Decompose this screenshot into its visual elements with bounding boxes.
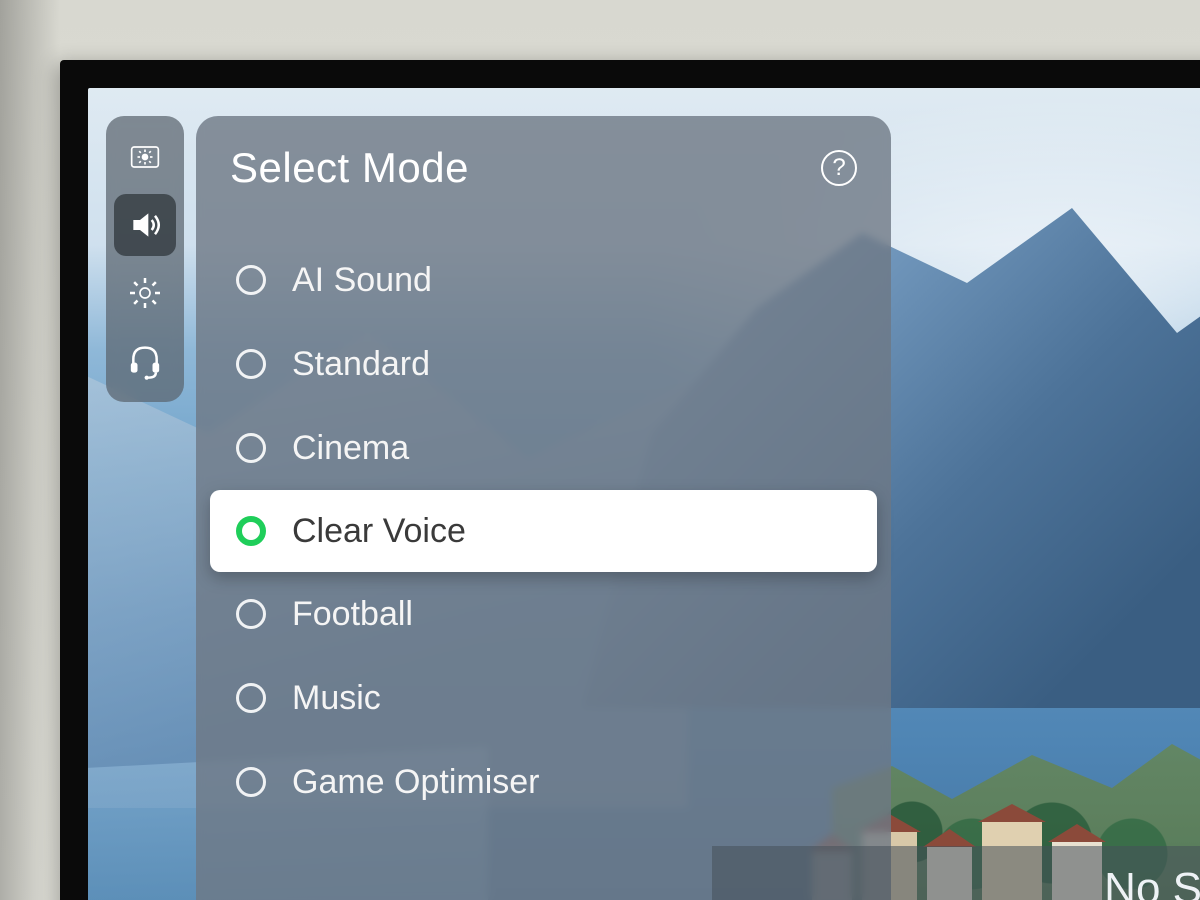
sidebar-item-picture[interactable] [114,126,176,188]
help-icon: ? [832,154,845,182]
sidebar-item-general[interactable] [114,262,176,324]
option-label: Standard [292,345,430,384]
settings-sidebar [106,116,184,402]
option-game-optimiser[interactable]: Game Optimiser [196,740,891,824]
speaker-icon [125,205,165,245]
option-label: Football [292,595,413,634]
gear-icon [125,273,165,313]
panel-header: Select Mode ? [196,144,891,218]
option-standard[interactable]: Standard [196,322,891,406]
option-label: Cinema [292,429,409,468]
tv-bezel: Select Mode ? AI Sound Standard [60,60,1200,900]
tv-screen: Select Mode ? AI Sound Standard [88,88,1200,900]
toast-title: No S [742,864,1200,900]
radio-icon [236,683,266,713]
sidebar-item-sound[interactable] [114,194,176,256]
status-toast: No S (1) Please check the power of the e… [712,846,1200,900]
option-label: AI Sound [292,261,432,300]
radio-icon [236,599,266,629]
option-football[interactable]: Football [196,572,891,656]
panel-title: Select Mode [230,144,469,192]
headset-icon [125,341,165,381]
option-music[interactable]: Music [196,656,891,740]
help-button[interactable]: ? [821,150,857,186]
radio-icon [236,265,266,295]
wall-shadow [0,0,60,900]
radio-icon [236,433,266,463]
option-label: Music [292,679,381,718]
sound-mode-list: AI Sound Standard Cinema Clear Voice [196,218,891,824]
option-ai-sound[interactable]: AI Sound [196,238,891,322]
option-clear-voice[interactable]: Clear Voice [210,490,877,572]
brightness-icon [125,137,165,177]
option-cinema[interactable]: Cinema [196,406,891,490]
radio-icon [236,349,266,379]
radio-icon [236,767,266,797]
sidebar-item-support[interactable] [114,330,176,392]
radio-icon-selected [236,516,266,546]
option-label: Clear Voice [292,512,466,551]
photo-scene: Select Mode ? AI Sound Standard [0,0,1200,900]
select-mode-panel: Select Mode ? AI Sound Standard [196,116,891,900]
option-label: Game Optimiser [292,763,540,802]
